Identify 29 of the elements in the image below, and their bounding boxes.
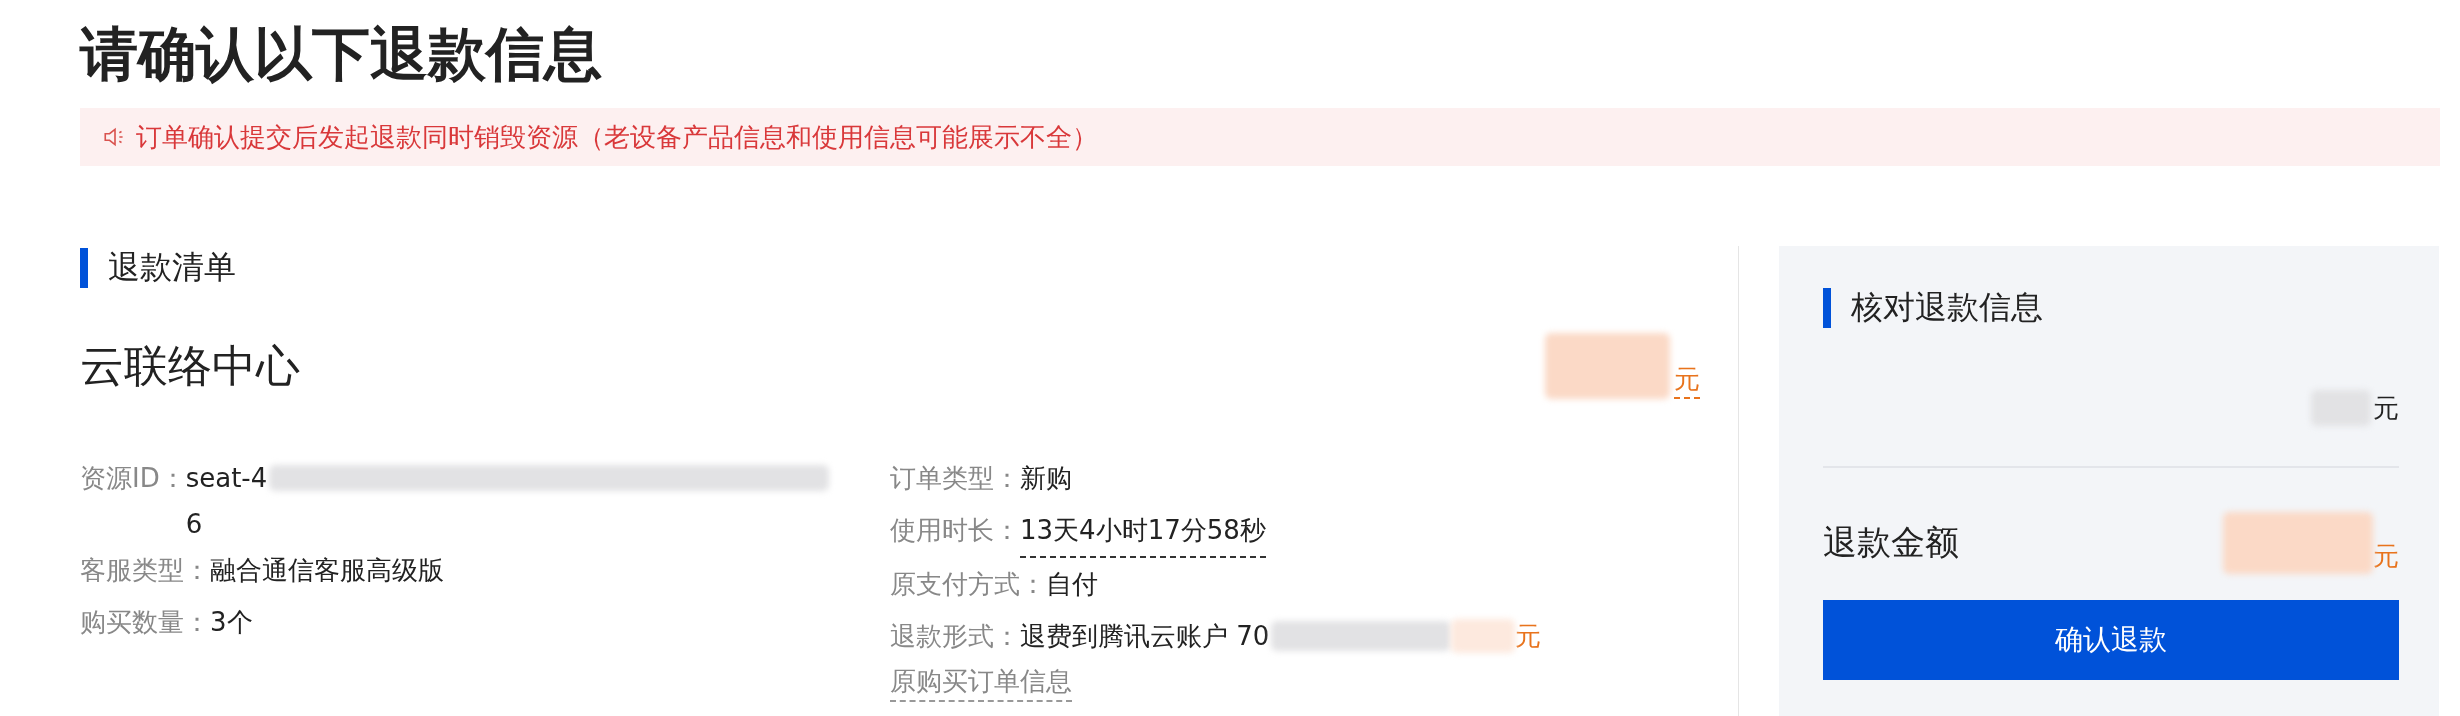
total-label: 退款金额 xyxy=(1823,521,1959,564)
section-heading: 核对退款信息 xyxy=(1851,287,2043,328)
field-value: 融合通信客服高级版 xyxy=(210,554,444,587)
confirm-refund-button[interactable]: 确认退款 xyxy=(1823,600,2399,680)
field-value: 13天4小时17分58秒 xyxy=(1020,504,1266,558)
field-label: 购买数量： xyxy=(80,606,210,639)
field-label: 原支付方式： xyxy=(890,568,1046,601)
field-label: 资源ID： xyxy=(80,462,186,495)
currency-unit: 元 xyxy=(1515,620,1542,653)
field-label: 退款形式： xyxy=(890,620,1020,653)
field-value: 自付 xyxy=(1046,568,1098,601)
field-label: 客服类型： xyxy=(80,554,210,587)
price-unit: 元 xyxy=(1674,362,1700,399)
field-value: 6 xyxy=(185,508,204,541)
accent-bar xyxy=(80,248,88,288)
currency-unit: 元 xyxy=(2373,392,2399,425)
order-info-link[interactable]: 原购买订单信息 xyxy=(890,662,1072,702)
accent-bar xyxy=(1823,288,1831,328)
field-value: 退费到腾讯云账户 70 xyxy=(1020,620,1270,653)
field-value: 新购 xyxy=(1020,462,1072,495)
field-label: 订单类型： xyxy=(890,462,1020,495)
page-title: 请确认以下退款信息 xyxy=(80,19,603,90)
field-value: seat-4 xyxy=(185,462,268,495)
notice-text: 订单确认提交后发起退款同时销毁资源（老设备产品信息和使用信息可能展示不全） xyxy=(136,120,1098,154)
currency-unit: 元 xyxy=(2373,540,2399,573)
field-value: 3个 xyxy=(210,606,253,639)
field-label: 使用时长： xyxy=(890,514,1020,547)
product-name: 云联络中心 xyxy=(80,338,300,393)
section-heading: 退款清单 xyxy=(108,247,236,288)
